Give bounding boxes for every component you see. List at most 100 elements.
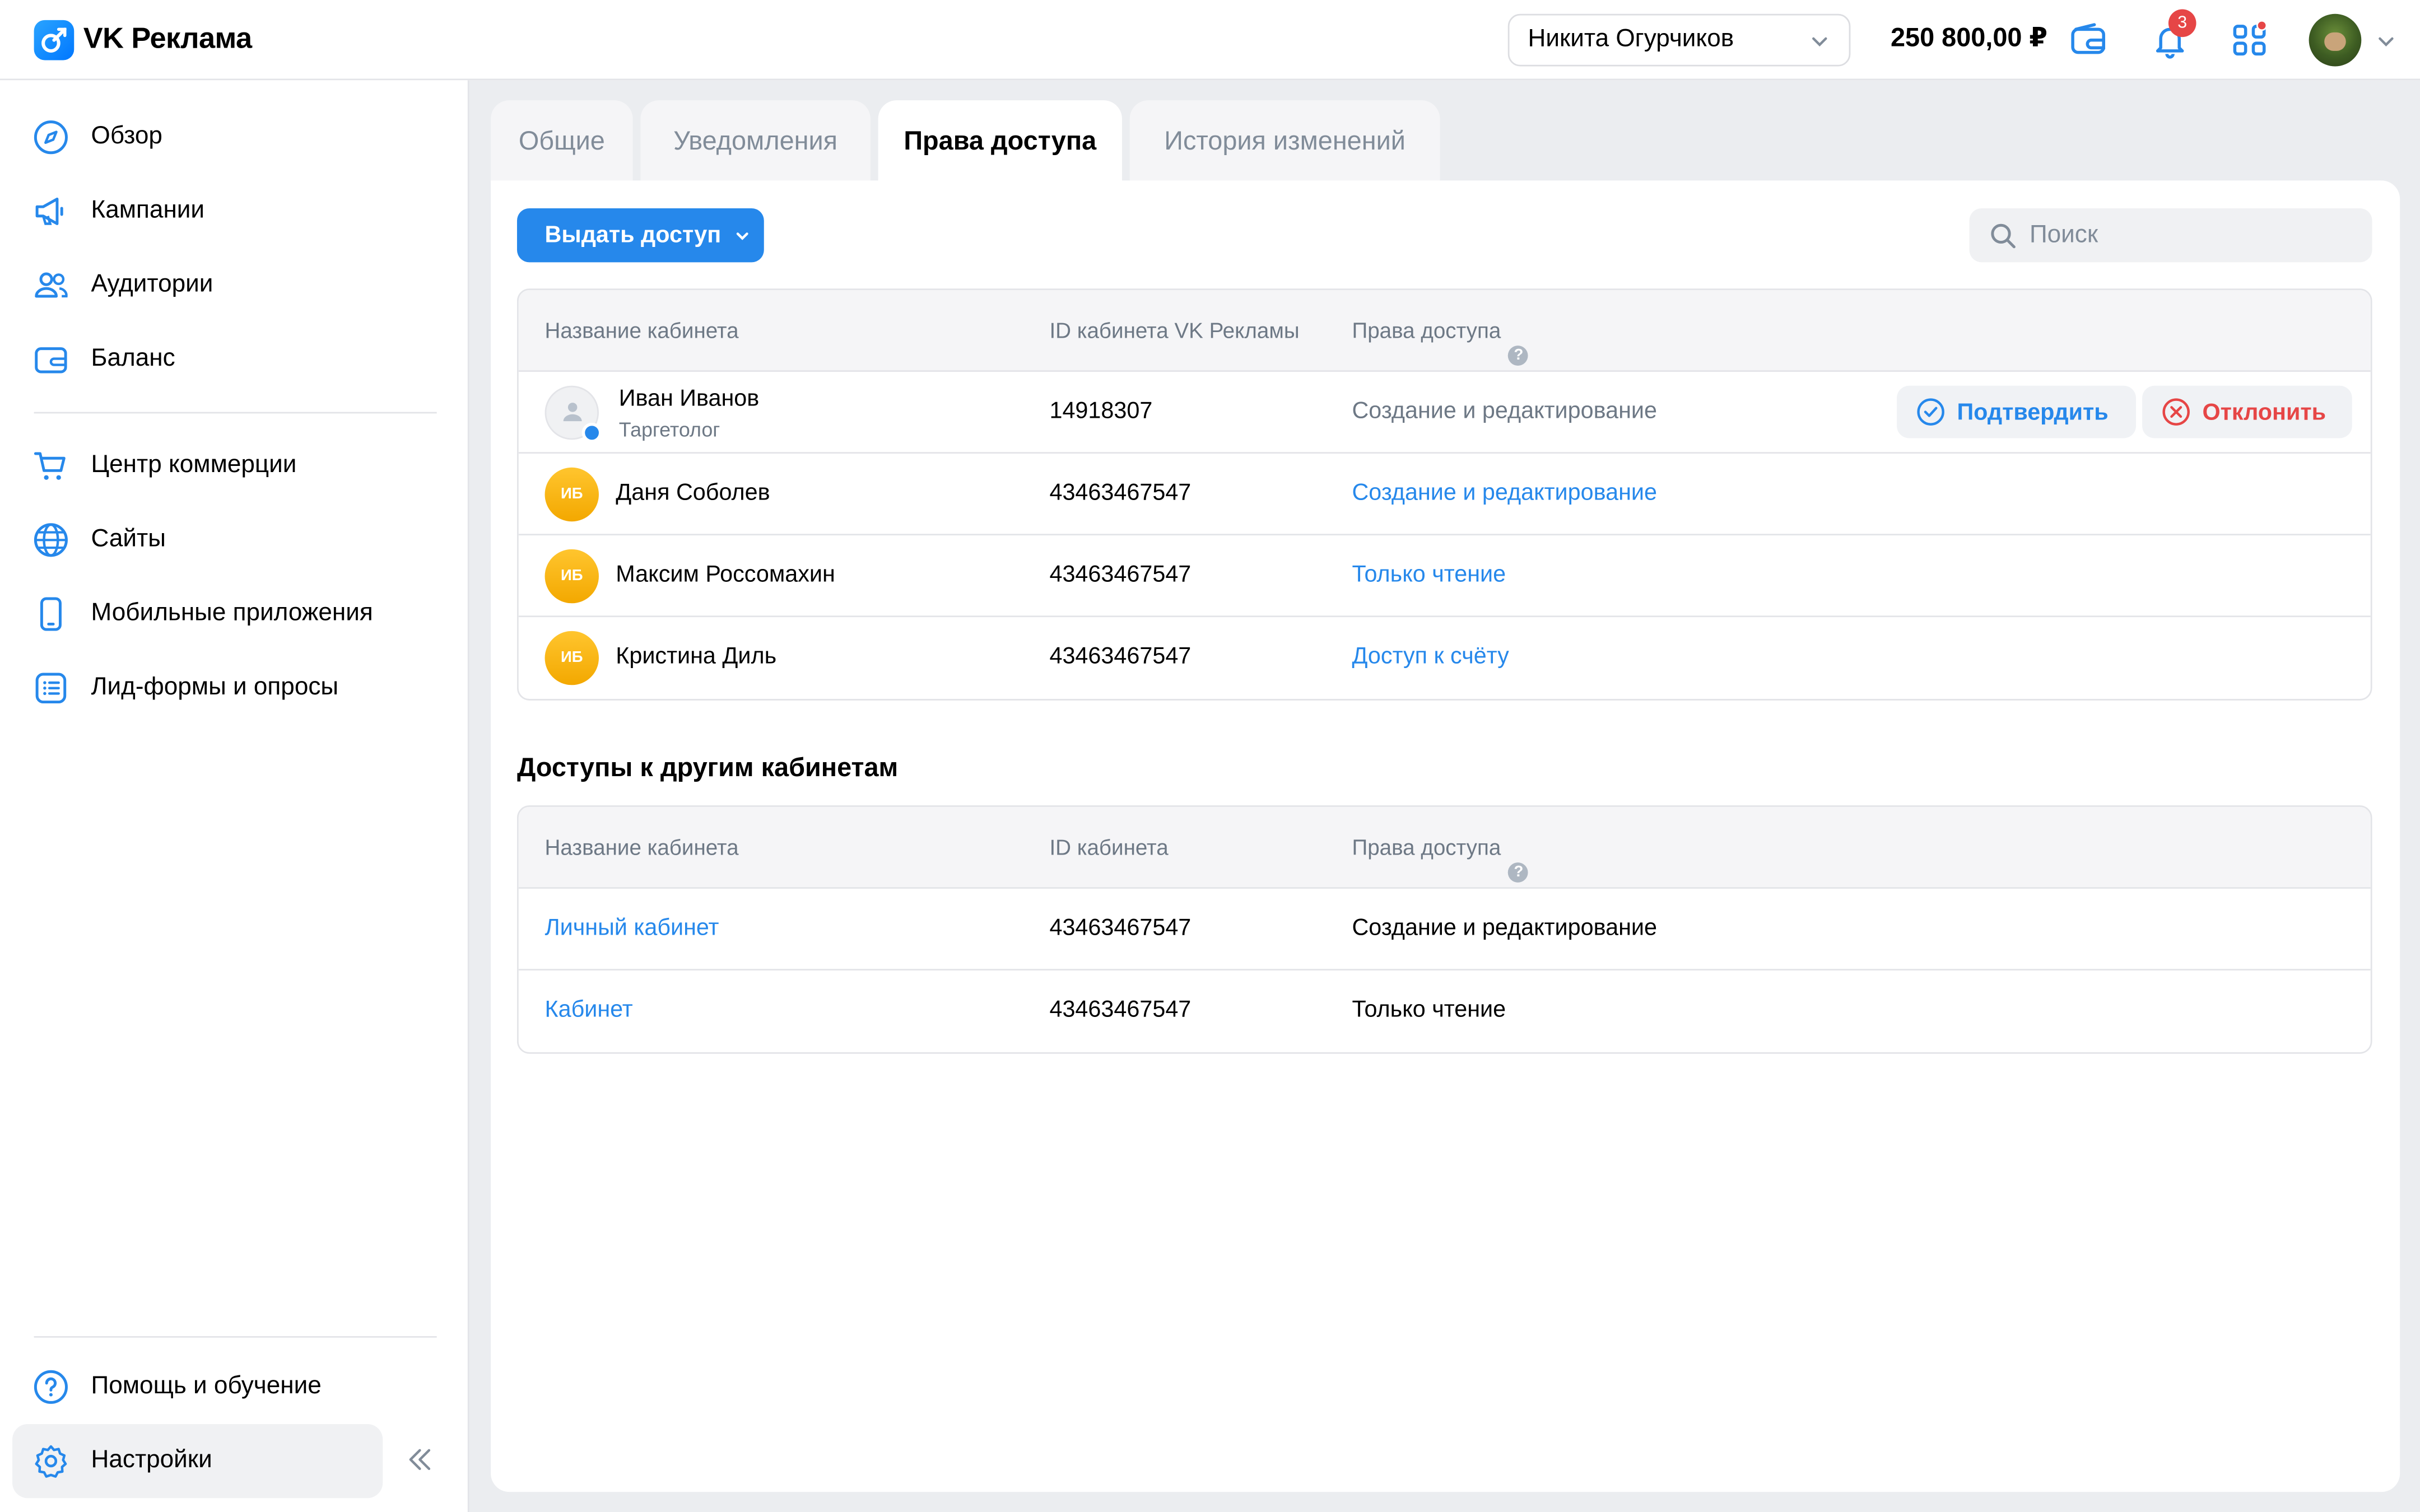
verified-star-icon <box>581 422 602 443</box>
table-row: ИБ Максим Россомахин 43463467547 Только … <box>518 535 2371 618</box>
account-id: 43463467547 <box>1049 996 1192 1023</box>
sidebar-item-label: Мобильные приложения <box>91 600 373 627</box>
table-row: Кабинет 43463467547 Только чтение <box>519 970 2371 1052</box>
search-icon <box>1991 223 2016 248</box>
user-name: Даня Соболев <box>616 479 770 506</box>
sidebar-item-label: Аудитории <box>91 271 213 298</box>
phone-icon <box>40 597 62 631</box>
sidebar-divider <box>34 412 437 414</box>
megaphone-icon <box>35 197 63 225</box>
user-name: Иван Иванов <box>618 385 760 412</box>
confirm-label: Подтвердить <box>1957 399 2109 426</box>
account-name: Никита Огурчиков <box>1528 26 1734 53</box>
other-accounts-table: Название кабинета ID кабинета Права дост… <box>516 805 2372 1054</box>
reject-button[interactable]: Отклонить <box>2142 385 2352 438</box>
chevron-down-icon[interactable] <box>2375 31 2397 53</box>
sidebar-item-label: Обзор <box>91 123 162 150</box>
sidebar-item-label: Кампании <box>91 197 205 224</box>
user-placeholder-icon <box>563 403 582 422</box>
account-id: 43463467547 <box>1049 914 1192 941</box>
gear-icon <box>35 1445 67 1478</box>
help-icon[interactable]: ? <box>1509 862 1529 883</box>
access-table: Название кабинета ID кабинета VK Рекламы… <box>516 288 2372 701</box>
column-header: Название кабинета <box>544 318 739 343</box>
table-row-pending: Иван Иванов Таргетолог 14918307 Создание… <box>518 372 2371 454</box>
collapse-sidebar-icon[interactable] <box>404 1444 435 1475</box>
compass-icon <box>34 120 68 155</box>
column-header: Название кабинета <box>544 834 739 860</box>
search-input[interactable] <box>2029 221 2338 249</box>
tab-general[interactable]: Общие <box>491 100 633 183</box>
column-header: Права доступа? <box>1352 318 1529 366</box>
column-header: Права доступа? <box>1352 834 1529 883</box>
notifications-badge: 3 <box>2168 9 2196 38</box>
account-name-link[interactable]: Кабинет <box>545 997 633 1023</box>
account-select[interactable]: Никита Огурчиков <box>1507 13 1851 67</box>
account-id: 43463467547 <box>1049 643 1192 670</box>
column-header: ID кабинета <box>1049 834 1169 860</box>
services-dot <box>2256 20 2268 31</box>
table-row: Личный кабинет 43463467547 Создание и ре… <box>518 889 2371 970</box>
app-logo[interactable]: VK Реклама <box>34 20 252 60</box>
sidebar-item-settings[interactable]: Настройки <box>12 1424 383 1499</box>
sidebar-item-balance[interactable]: Баланс <box>12 323 383 396</box>
sidebar-item-lead-forms[interactable]: Лид-формы и опросы <box>12 651 383 725</box>
reject-label: Отклонить <box>2202 399 2326 426</box>
sidebar-item-overview[interactable]: Обзор <box>12 100 383 174</box>
user-avatar[interactable] <box>2309 13 2362 67</box>
sidebar-item-campaigns[interactable]: Кампании <box>12 174 383 248</box>
tab-change-history[interactable]: История изменений <box>1129 100 1440 183</box>
access-rights: Создание и редактирование <box>1352 398 1657 424</box>
access-rights-link[interactable]: Только чтение <box>1352 562 1506 588</box>
check-circle-icon <box>1917 398 1944 426</box>
confirm-button[interactable]: Подтвердить <box>1897 385 2137 438</box>
access-rights-link[interactable]: Доступ к счёту <box>1352 643 1509 670</box>
user-role: Таргетолог <box>618 418 720 441</box>
avatar <box>544 385 602 443</box>
cancel-circle-icon <box>2162 398 2190 426</box>
chevron-down-icon <box>737 231 749 240</box>
search-box[interactable] <box>1969 208 2372 263</box>
sidebar: Обзор Кампании Аудитории Баланс Центр ко… <box>0 80 469 1512</box>
account-id: 43463467547 <box>1049 479 1192 506</box>
account-name-link[interactable]: Личный кабинет <box>545 915 719 941</box>
wallet-icon <box>35 347 67 374</box>
sidebar-item-label: Баланс <box>91 346 175 372</box>
column-header-label: Права доступа <box>1352 318 1501 343</box>
grant-access-button[interactable]: Выдать доступ <box>516 208 764 263</box>
column-header: ID кабинета VK Рекламы <box>1049 318 1300 343</box>
account-id: 43463467547 <box>1049 561 1192 588</box>
sidebar-item-label: Помощь и обучение <box>91 1373 322 1399</box>
balance-amount: 250 800,00 ₽ <box>1890 23 2048 53</box>
users-icon <box>35 272 68 298</box>
top-header: VK Реклама Никита Огурчиков 250 800,00 ₽… <box>0 0 2420 81</box>
table-header: Название кабинета ID кабинета Права дост… <box>518 806 2371 889</box>
wallet-icon[interactable] <box>2068 20 2109 60</box>
column-header-label: Права доступа <box>1352 834 1501 860</box>
table-row: ИБ Кристина Диль 43463467547 Доступ к сч… <box>519 617 2371 699</box>
sidebar-item-label: Настройки <box>91 1447 212 1474</box>
user-name: Максим Россомахин <box>616 561 835 588</box>
globe-icon <box>34 523 68 557</box>
user-name: Кристина Диль <box>616 643 777 670</box>
sidebar-item-audiences[interactable]: Аудитории <box>12 249 383 323</box>
sidebar-item-commerce[interactable]: Центр коммерции <box>12 429 383 503</box>
avatar: ИБ <box>544 631 599 685</box>
sidebar-item-sites[interactable]: Сайты <box>12 503 383 577</box>
list-icon <box>35 673 67 704</box>
access-rights-link[interactable]: Создание и редактирование <box>1352 480 1657 506</box>
help-icon[interactable]: ? <box>1509 346 1529 366</box>
sidebar-item-help[interactable]: Помощь и обучение <box>12 1350 383 1424</box>
access-rights: Только чтение <box>1352 996 1506 1023</box>
section-title: Доступы к другим кабинетам <box>516 753 899 782</box>
avatar: ИБ <box>544 549 599 604</box>
tab-notifications[interactable]: Уведомления <box>640 100 871 183</box>
avatar: ИБ <box>544 467 599 522</box>
app-name: VK Реклама <box>83 23 252 56</box>
grant-access-label: Выдать доступ <box>544 222 722 249</box>
access-rights: Создание и редактирование <box>1352 914 1657 941</box>
sidebar-item-mobile-apps[interactable]: Мобильные приложения <box>12 577 383 651</box>
sidebar-divider <box>34 1336 437 1338</box>
tab-access-rights[interactable]: Права доступа <box>878 100 1122 183</box>
sidebar-item-label: Лид-формы и опросы <box>91 674 339 701</box>
